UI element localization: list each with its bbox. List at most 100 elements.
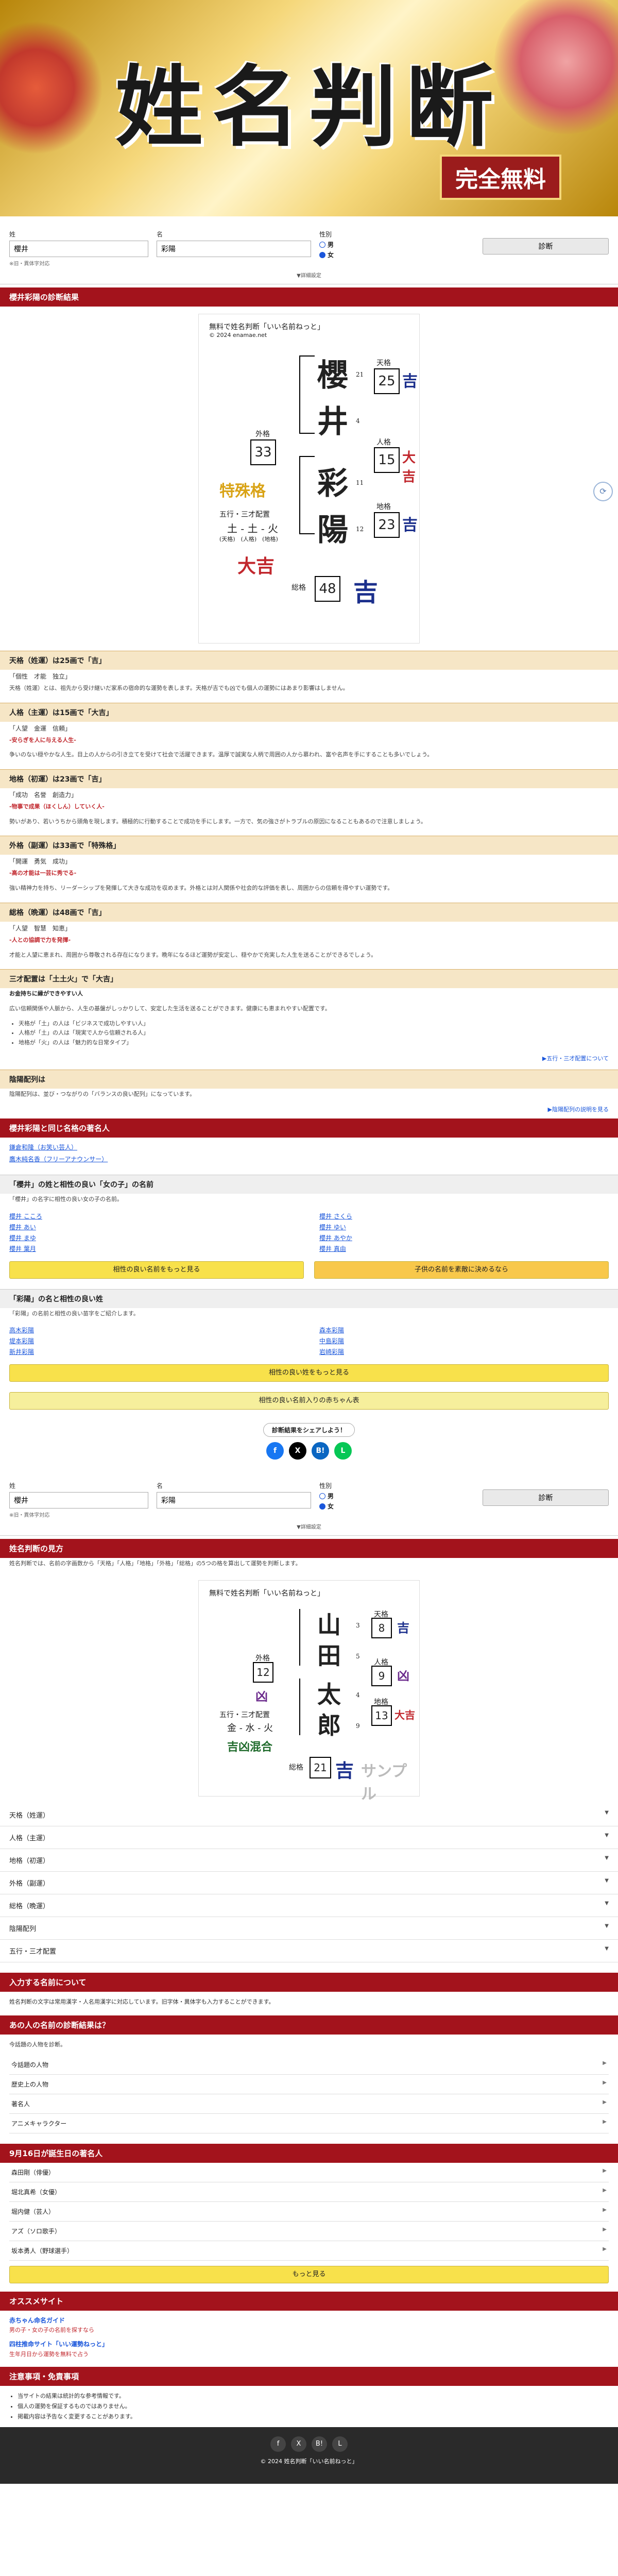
baby-chart-button[interactable]: 相性の良い名前入りの赤ちゃん表 (9, 1392, 609, 1410)
howto-heading: 姓名判断の見方 (0, 1539, 618, 1558)
howto-intro: 姓名判断では、名前の字画数から「天格」「人格」「地格」「外格」「総格」の5つの格… (9, 1560, 301, 1567)
sansai-item: 人格が「土」の人は「現実で人から信頼される人」 (19, 1028, 609, 1038)
birthday-item[interactable]: アズ（ソロ歌手） (9, 2222, 609, 2241)
recommend-item[interactable]: 歴史上の人物 (9, 2075, 609, 2094)
gender-male[interactable]: 男 (319, 240, 334, 249)
acc-item[interactable]: 総格（晩運） (0, 1894, 618, 1917)
sample-soukaku-label: 総格 (289, 1763, 303, 1772)
gender-female[interactable]: 女 (319, 250, 334, 259)
mei-input-2[interactable] (157, 1492, 311, 1509)
facebook-icon[interactable]: f (266, 1442, 284, 1460)
osusume-title[interactable]: 赤ちゃん命名ガイド (9, 2316, 609, 2326)
footer: f X B! L © 2024 姓名判断「いい名前ねっと」 (0, 2427, 618, 2484)
name-link[interactable]: 櫻井 まゆ (9, 1233, 299, 1242)
chikaku-result: 吉 (402, 516, 418, 534)
sei-link[interactable]: 高木彩陽 (9, 1326, 299, 1334)
recommend-intro: 今話題の人物を診断。 (9, 2041, 66, 2048)
osusume-title[interactable]: 四柱推命サイト「いい運勢ねっと」 (9, 2340, 609, 2349)
chart-copyright: © 2024 enamae.net (209, 332, 267, 338)
soukaku-label: 総格 (291, 584, 306, 592)
name-link[interactable]: 櫻井 こころ (9, 1212, 299, 1221)
sample-gaikaku-label: 外格 (255, 1654, 270, 1663)
recommend-item[interactable]: アニメキャラクター (9, 2114, 609, 2133)
jinkaku-tags: 「人望 金運 信頼」 (9, 724, 72, 732)
birthday-more-button[interactable]: もっと見る (9, 2265, 609, 2283)
acc-item[interactable]: 人格（主運） (0, 1826, 618, 1849)
about-body: 姓名判断の文字は常用漢字・人名用漢字に対応しています。旧字体・異体字も入力するこ… (9, 1998, 274, 2005)
sansai-item: 地格が「火」の人は「魅力的な日常タイプ」 (19, 1038, 609, 1048)
tenkaku-body: 天格（姓運）とは、祖先から受け継いだ家系の宿命的な運勢を表します。天格が吉でも凶… (9, 685, 349, 691)
x-icon[interactable]: X (291, 2436, 306, 2452)
howto-accordion: 天格（姓運） 人格（主運） 地格（初運） 外格（副運） 総格（晩運） 陰陽配列 … (0, 1804, 618, 1962)
birthday-heading: 9月16日が誕生日の著名人 (0, 2143, 618, 2163)
inyo-heading: 陰陽配列は (0, 1069, 618, 1089)
gender-label-2: 性別 (319, 1482, 332, 1490)
birthday-item[interactable]: 坂本勇人（野球選手） (9, 2241, 609, 2261)
more-names-button[interactable]: 相性の良い名前をもっと見る (9, 1261, 304, 1279)
sei-input-2[interactable] (9, 1492, 148, 1509)
name-link[interactable]: 櫻井 あい (9, 1223, 299, 1231)
sei-link[interactable]: 森本彩陽 (319, 1326, 609, 1334)
acc-item[interactable]: 天格（姓運） (0, 1804, 618, 1826)
acc-item[interactable]: 外格（副運） (0, 1872, 618, 1894)
recommend-item[interactable]: 今話題の人物 (9, 2055, 609, 2075)
char-3: 彩 (317, 466, 348, 502)
soukaku-lead: -人との協調で力を発揮- (9, 936, 71, 943)
birthday-item[interactable]: 堀内健（芸人） (9, 2202, 609, 2222)
birthday-item[interactable]: 森田剛（俳優） (9, 2163, 609, 2182)
recommend-item[interactable]: 著名人 (9, 2094, 609, 2114)
gender-female-2[interactable]: 女 (319, 1502, 334, 1511)
inyo-link[interactable]: ▶陰陽配列の説明を見る (0, 1103, 618, 1115)
inyo-body: 陰陽配列は、並び・つながりの「バランスの良い配列」になっています。 (9, 1090, 196, 1097)
sample-tenkaku-result: 吉 (397, 1620, 409, 1635)
soukaku-result: 吉 (353, 578, 379, 607)
line-icon[interactable]: L (334, 1442, 352, 1460)
detail-settings-link-2[interactable]: ▼詳細設定 (9, 1522, 609, 1530)
sample-gogyo-label: 五行・三才配置 (219, 1710, 270, 1719)
line-icon[interactable]: L (332, 2436, 348, 2452)
name-link[interactable]: 櫻井 ゆい (319, 1223, 609, 1231)
tenkaku-heading: 天格（姓運）は25画で「吉」 (0, 651, 618, 670)
chikaku-tags: 「成功 名誉 創造力」 (9, 791, 78, 799)
detail-settings-link[interactable]: ▼詳細設定 (9, 271, 609, 279)
chikaku-box: 23 (374, 512, 400, 538)
diagnose-button[interactable]: 診断 (483, 238, 609, 255)
mei-input[interactable] (157, 241, 311, 257)
birthday-item[interactable]: 堀北真希（女優） (9, 2182, 609, 2202)
name-form: 姓 ※旧・異体字対応 名 性別男女 診断 ▼詳細設定 (0, 216, 618, 284)
notes-heading: 注意事項・免責事項 (0, 2367, 618, 2386)
sample-stroke-2: 5 (356, 1652, 360, 1660)
sei-link[interactable]: 中島彩陽 (319, 1336, 609, 1345)
scroll-icon[interactable]: ⟳ (593, 482, 613, 501)
name-link[interactable]: 櫻井 葉月 (9, 1244, 299, 1253)
acc-item[interactable]: 陰陽配列 (0, 1917, 618, 1940)
gender-male-2[interactable]: 男 (319, 1492, 334, 1500)
gogyo-value: 土 - 土 - 火 (227, 522, 278, 535)
acc-item[interactable]: 地格（初運） (0, 1849, 618, 1872)
baby-name-button[interactable]: 子供の名前を素敵に決めるなら (314, 1261, 609, 1279)
sample-stroke-1: 3 (356, 1621, 360, 1629)
famous-link[interactable]: 鷹木純名香（フリーアナウンサー） (9, 1156, 108, 1163)
name-link[interactable]: 櫻井 さくら (319, 1212, 609, 1221)
acc-item[interactable]: 五行・三才配置 (0, 1940, 618, 1962)
name-link[interactable]: 櫻井 あやか (319, 1233, 609, 1242)
hatena-icon[interactable]: B! (312, 1442, 329, 1460)
more-sei-button[interactable]: 相性の良い姓をもっと見る (9, 1364, 609, 1382)
hatena-icon[interactable]: B! (312, 2436, 327, 2452)
x-icon[interactable]: X (289, 1442, 306, 1460)
facebook-icon[interactable]: f (270, 2436, 286, 2452)
diagnose-button-2[interactable]: 診断 (483, 1489, 609, 1506)
sei-link[interactable]: 堤本彩陽 (9, 1336, 299, 1345)
osusume-desc: 男の子・女の子の名前を探すなら (9, 2326, 94, 2333)
gogyo-link[interactable]: ▶五行・三才配置について (0, 1052, 618, 1064)
name-link[interactable]: 櫻井 真由 (319, 1244, 609, 1253)
hero-banner: 姓名判断 完全無料 (0, 0, 618, 216)
sample-jinkaku-result: 凶 (397, 1668, 409, 1683)
gaikaku-lead: -高の才能は一芸に秀でる- (9, 870, 77, 877)
sei-input[interactable] (9, 241, 148, 257)
ayaaki-names: 高木彩陽 森本彩陽 堤本彩陽 中島彩陽 新井彩陽 岩崎彩陽 (0, 1323, 618, 1359)
sei-link[interactable]: 新井彩陽 (9, 1347, 299, 1356)
famous-link[interactable]: 鎌倉和隆（お笑い芸人） (9, 1144, 77, 1151)
gaikaku-box: 33 (250, 439, 276, 465)
sei-link[interactable]: 岩崎彩陽 (319, 1347, 609, 1356)
